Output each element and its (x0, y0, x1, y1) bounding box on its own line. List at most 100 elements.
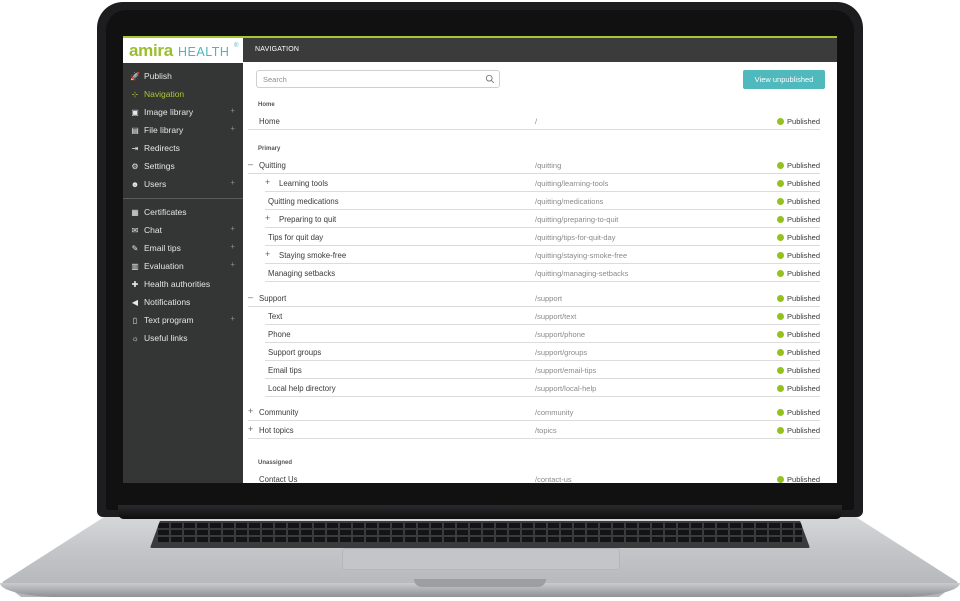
table-row[interactable]: – Quitting/quitting Published (248, 156, 820, 174)
status-dot-icon (777, 180, 785, 187)
table-row[interactable]: Text/support/text Published (265, 307, 820, 325)
sidebar-item-notifications[interactable]: ◀ Notifications (123, 293, 243, 311)
table-row[interactable]: + Preparing to quit/quitting/preparing-to… (265, 210, 820, 228)
expand-icon[interactable]: + (265, 214, 274, 223)
table-row[interactable]: Managing setbacks/quitting/managing-setb… (265, 264, 820, 282)
expand-plus-icon[interactable]: + (230, 106, 235, 115)
status-text: Published (787, 117, 820, 126)
sidebar-item-label: Chat (144, 225, 162, 235)
row-title[interactable]: Phone (268, 330, 291, 339)
table-row[interactable]: Support groups/support/groups Published (265, 343, 820, 361)
logo-registered-mark: ® (234, 43, 239, 49)
status-dot-icon (777, 409, 785, 416)
sidebar-item-health-authorities[interactable]: ✚ Health authorities (123, 275, 243, 293)
collapse-icon[interactable]: – (248, 160, 257, 169)
sidebar: amira HEALTH ® 🚀 Publish ⊹ Navigation ▣ Image… (123, 38, 243, 483)
row-title[interactable]: Community (259, 408, 298, 417)
sidebar-item-evaluation[interactable]: ▥ Evaluation + (123, 257, 243, 275)
status-text: Published (787, 426, 820, 435)
table-row[interactable]: Phone/support/phone Published (265, 325, 820, 343)
row-title[interactable]: Home (259, 117, 280, 126)
table-row[interactable]: Email tips/support/email-tips Published (265, 361, 820, 379)
sidebar-item-settings[interactable]: ⚙ Settings (123, 157, 243, 175)
status-dot-icon (777, 295, 785, 302)
row-title[interactable]: Support groups (268, 348, 321, 357)
table-row[interactable]: Contact Us/contact-us Published (248, 470, 820, 483)
table-row[interactable]: – Support/support Published (248, 289, 820, 307)
expand-plus-icon[interactable]: + (230, 178, 235, 187)
row-title[interactable]: Local help directory (268, 384, 336, 393)
table-row[interactable]: + Community/community Published (248, 403, 820, 421)
sidebar-item-label: Text program (144, 315, 194, 325)
row-title[interactable]: Contact Us (259, 475, 298, 483)
keyboard (150, 521, 810, 548)
sidebar-item-email-tips[interactable]: ✎ Email tips + (123, 239, 243, 257)
row-path: /support/email-tips (535, 366, 597, 375)
search-input[interactable] (263, 74, 483, 85)
logo[interactable]: amira HEALTH ® (123, 38, 243, 63)
logo-primary-text: amira (129, 41, 173, 60)
row-title[interactable]: Email tips (268, 366, 302, 375)
row-path: /topics (535, 426, 557, 435)
row-title[interactable]: Hot topics (259, 426, 294, 435)
row-title[interactable]: Text (268, 312, 282, 321)
row-title[interactable]: Preparing to quit (279, 215, 336, 224)
sidebar-item-label: Certificates (144, 207, 187, 217)
table-row[interactable]: Home / Published (248, 112, 820, 130)
expand-icon[interactable]: + (265, 250, 274, 259)
search-box (256, 70, 500, 88)
table-row[interactable]: Quitting medications/quitting/medication… (265, 192, 820, 210)
sidebar-item-certificates[interactable]: ▦ Certificates (123, 203, 243, 221)
row-title[interactable]: Learning tools (279, 179, 328, 188)
sidebar-item-file-library[interactable]: ▤ File library + (123, 121, 243, 139)
table-row[interactable]: + Hot topics/topics Published (248, 421, 820, 439)
status-text: Published (787, 215, 820, 224)
row-path: /quitting/staying-smoke-free (535, 251, 628, 260)
certificate-icon: ▦ (131, 207, 139, 217)
collapse-icon[interactable]: – (248, 293, 257, 302)
status-text: Published (787, 384, 820, 393)
laptop-hinge (118, 505, 842, 519)
expand-plus-icon[interactable]: + (230, 224, 235, 233)
sidebar-item-label: Useful links (144, 333, 188, 343)
table-row[interactable]: + Staying smoke-free/quitting/staying-smo… (265, 246, 820, 264)
sidebar-item-useful-links[interactable]: ☼ Useful links (123, 329, 243, 347)
expand-icon[interactable]: + (265, 178, 274, 187)
status-badge: Published (777, 330, 820, 339)
status-badge: Published (777, 426, 820, 435)
status-badge: Published (777, 294, 820, 303)
table-row[interactable]: Local help directory/support/local-help P… (265, 379, 820, 397)
row-title[interactable]: Quitting (259, 161, 286, 170)
sidebar-item-navigation[interactable]: ⊹ Navigation (123, 85, 243, 103)
expand-plus-icon[interactable]: + (230, 242, 235, 251)
expand-icon[interactable]: + (248, 425, 257, 434)
row-title[interactable]: Support (259, 294, 286, 303)
status-badge: Published (777, 366, 820, 375)
sidebar-item-text-program[interactable]: ▯ Text program + (123, 311, 243, 329)
sidebar-item-label: Evaluation (144, 261, 184, 271)
search-icon[interactable] (485, 74, 495, 84)
lightbulb-icon: ☼ (131, 333, 139, 343)
row-title[interactable]: Staying smoke-free (279, 251, 346, 260)
sidebar-item-publish[interactable]: 🚀 Publish (123, 67, 243, 85)
status-text: Published (787, 197, 820, 206)
sidebar-item-redirects[interactable]: ⇥ Redirects (123, 139, 243, 157)
expand-icon[interactable]: + (248, 407, 257, 416)
sidebar-item-users[interactable]: ☻ Users + (123, 175, 243, 193)
table-row[interactable]: + Learning tools/quitting/learning-tools P… (265, 174, 820, 192)
row-title[interactable]: Tips for quit day (268, 233, 323, 242)
row-path: /quitting/managing-setbacks (535, 269, 629, 278)
row-path: /community (535, 408, 574, 417)
view-unpublished-button[interactable]: View unpublished (743, 70, 825, 89)
row-title[interactable]: Quitting medications (268, 197, 339, 206)
status-dot-icon (777, 331, 785, 338)
expand-plus-icon[interactable]: + (230, 314, 235, 323)
sidebar-item-chat[interactable]: ✉ Chat + (123, 221, 243, 239)
row-title[interactable]: Managing setbacks (268, 269, 335, 278)
status-text: Published (787, 161, 820, 170)
table-row[interactable]: Tips for quit day/quitting/tips-for-quit… (265, 228, 820, 246)
megaphone-icon: ◀ (131, 297, 139, 307)
sidebar-item-image-library[interactable]: ▣ Image library + (123, 103, 243, 121)
expand-plus-icon[interactable]: + (230, 260, 235, 269)
expand-plus-icon[interactable]: + (230, 124, 235, 133)
